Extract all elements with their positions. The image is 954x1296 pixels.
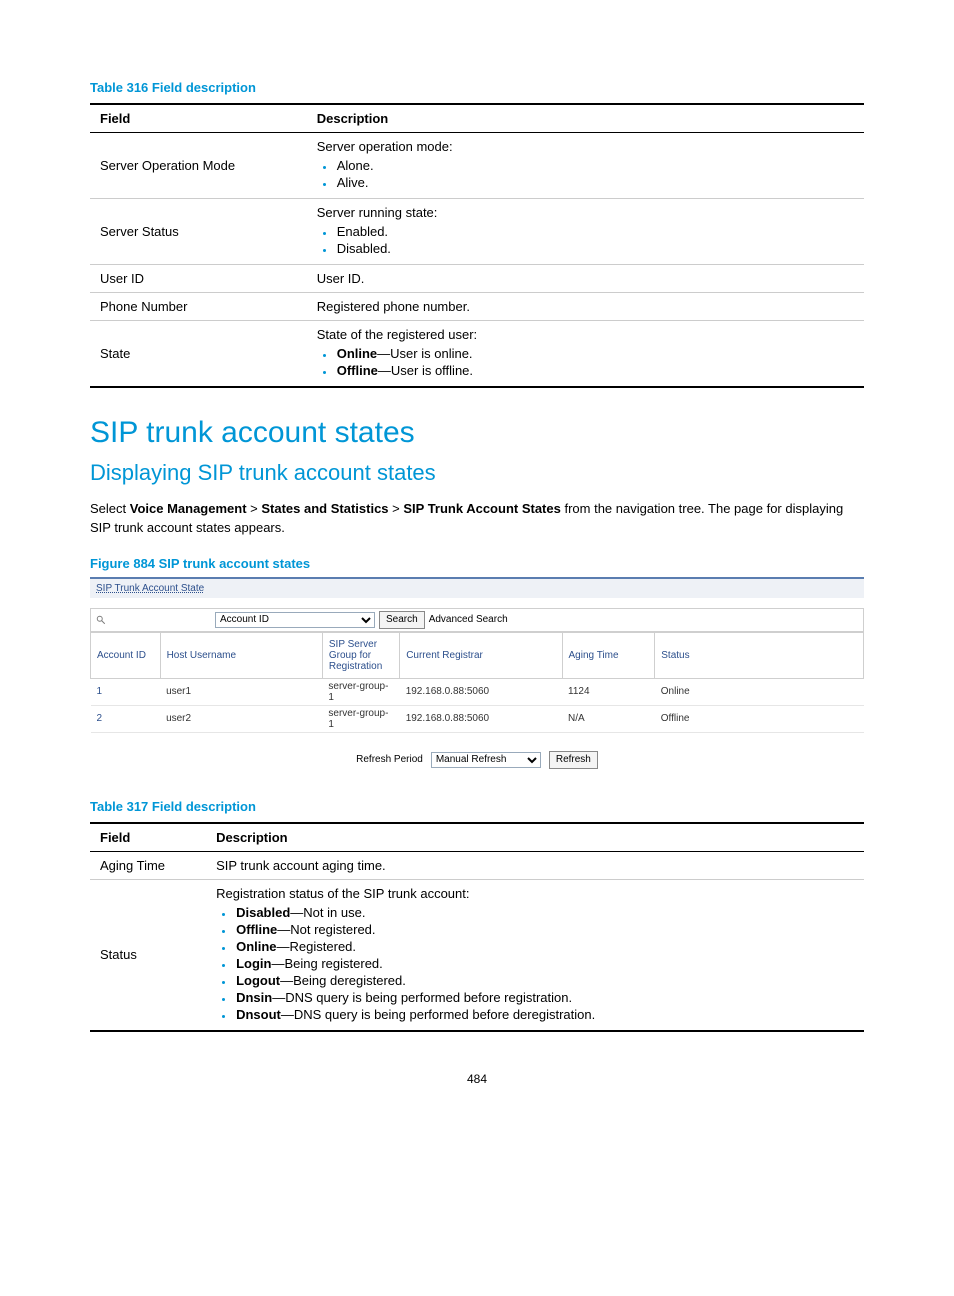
- nav-sep1: >: [247, 501, 262, 516]
- search-row: Account ID Search Advanced Search: [90, 608, 864, 632]
- cell-account-id[interactable]: 2: [91, 705, 161, 732]
- list-item: Online—Registered.: [234, 939, 854, 954]
- col-host-username[interactable]: Host Username: [160, 632, 322, 678]
- figure-884-caption: Figure 884 SIP trunk account states: [90, 556, 864, 571]
- table-row: Server Operation ModeServer operation mo…: [90, 133, 864, 199]
- nav-instruction: Select Voice Management > States and Sta…: [90, 500, 864, 538]
- list-item: Online—User is online.: [335, 346, 854, 361]
- cell-field: Phone Number: [90, 293, 307, 321]
- cell-sip-group: server-group-1: [322, 678, 399, 705]
- list-item: Dnsout—DNS query is being performed befo…: [234, 1007, 854, 1022]
- subsection-title: Displaying SIP trunk account states: [90, 460, 864, 486]
- th-field: Field: [90, 104, 307, 133]
- list-item: Alive.: [335, 175, 854, 190]
- cell-status: Offline: [655, 705, 864, 732]
- cell-current-registrar: 192.168.0.88:5060: [400, 705, 562, 732]
- table-316-caption: Table 316 Field description: [90, 80, 864, 95]
- table-317-caption: Table 317 Field description: [90, 799, 864, 814]
- cell-current-registrar: 192.168.0.88:5060: [400, 678, 562, 705]
- col-account-id[interactable]: Account ID: [91, 632, 161, 678]
- cell-field: User ID: [90, 265, 307, 293]
- list-item: Login—Being registered.: [234, 956, 854, 971]
- refresh-period-label: Refresh Period: [356, 754, 423, 765]
- cell-host-username: user1: [160, 678, 322, 705]
- list-item: Logout—Being deregistered.: [234, 973, 854, 988]
- cell-description: SIP trunk account aging time.: [206, 851, 864, 879]
- search-button[interactable]: Search: [379, 611, 425, 629]
- tab-bar: SIP Trunk Account State: [90, 577, 864, 598]
- col-current-registrar[interactable]: Current Registrar: [400, 632, 562, 678]
- th-description: Description: [307, 104, 864, 133]
- list-item: Offline—Not registered.: [234, 922, 854, 937]
- cell-field: Status: [90, 879, 206, 1031]
- th-field: Field: [90, 823, 206, 852]
- cell-aging-time: N/A: [562, 705, 655, 732]
- col-status[interactable]: Status: [655, 632, 864, 678]
- cell-status: Online: [655, 678, 864, 705]
- cell-sip-group: server-group-1: [322, 705, 399, 732]
- search-field-select[interactable]: Account ID: [215, 612, 375, 628]
- list-item: Disabled—Not in use.: [234, 905, 854, 920]
- th-description: Description: [206, 823, 864, 852]
- table-row: StatusRegistration status of the SIP tru…: [90, 879, 864, 1031]
- table-317: Field Description Aging TimeSIP trunk ac…: [90, 822, 864, 1032]
- account-grid: Account ID Host Username SIP Server Grou…: [90, 632, 864, 733]
- cell-description: Server running state:Enabled.Disabled.: [307, 199, 864, 265]
- refresh-button[interactable]: Refresh: [549, 751, 598, 769]
- col-sip-group[interactable]: SIP Server Group for Registration: [322, 632, 399, 678]
- table-row: 1user1server-group-1192.168.0.88:5060112…: [91, 678, 864, 705]
- cell-field: Aging Time: [90, 851, 206, 879]
- table-row: User IDUser ID.: [90, 265, 864, 293]
- cell-field: State: [90, 321, 307, 388]
- cell-aging-time: 1124: [562, 678, 655, 705]
- cell-field: Server Status: [90, 199, 307, 265]
- table-row: Aging TimeSIP trunk account aging time.: [90, 851, 864, 879]
- tab-sip-trunk[interactable]: SIP Trunk Account State: [96, 583, 204, 594]
- cell-description: User ID.: [307, 265, 864, 293]
- advanced-search-link[interactable]: Advanced Search: [429, 614, 508, 625]
- col-aging-time[interactable]: Aging Time: [562, 632, 655, 678]
- page-number: 484: [90, 1072, 864, 1086]
- list-item: Disabled.: [335, 241, 854, 256]
- figure-884: SIP Trunk Account State Account ID Searc…: [90, 577, 864, 775]
- table-row: 2user2server-group-1192.168.0.88:5060N/A…: [91, 705, 864, 732]
- cell-description: State of the registered user:Online—User…: [307, 321, 864, 388]
- table-316: Field Description Server Operation ModeS…: [90, 103, 864, 388]
- nav-sep2: >: [389, 501, 404, 516]
- table-row: StateState of the registered user:Online…: [90, 321, 864, 388]
- search-icon: [95, 614, 107, 626]
- cell-description: Server operation mode:Alone.Alive.: [307, 133, 864, 199]
- nav-b1: Voice Management: [130, 501, 247, 516]
- refresh-period-select[interactable]: Manual Refresh: [431, 752, 541, 768]
- cell-account-id[interactable]: 1: [91, 678, 161, 705]
- nav-prefix: Select: [90, 501, 130, 516]
- list-item: Offline—User is offline.: [335, 363, 854, 378]
- list-item: Enabled.: [335, 224, 854, 239]
- nav-b3: SIP Trunk Account States: [403, 501, 561, 516]
- page-title: SIP trunk account states: [90, 416, 864, 450]
- list-item: Alone.: [335, 158, 854, 173]
- cell-field: Server Operation Mode: [90, 133, 307, 199]
- cell-host-username: user2: [160, 705, 322, 732]
- nav-b2: States and Statistics: [261, 501, 388, 516]
- table-row: Server StatusServer running state:Enable…: [90, 199, 864, 265]
- refresh-row: Refresh Period Manual Refresh Refresh: [90, 733, 864, 775]
- cell-description: Registered phone number.: [307, 293, 864, 321]
- cell-description: Registration status of the SIP trunk acc…: [206, 879, 864, 1031]
- table-row: Phone NumberRegistered phone number.: [90, 293, 864, 321]
- list-item: Dnsin—DNS query is being performed befor…: [234, 990, 854, 1005]
